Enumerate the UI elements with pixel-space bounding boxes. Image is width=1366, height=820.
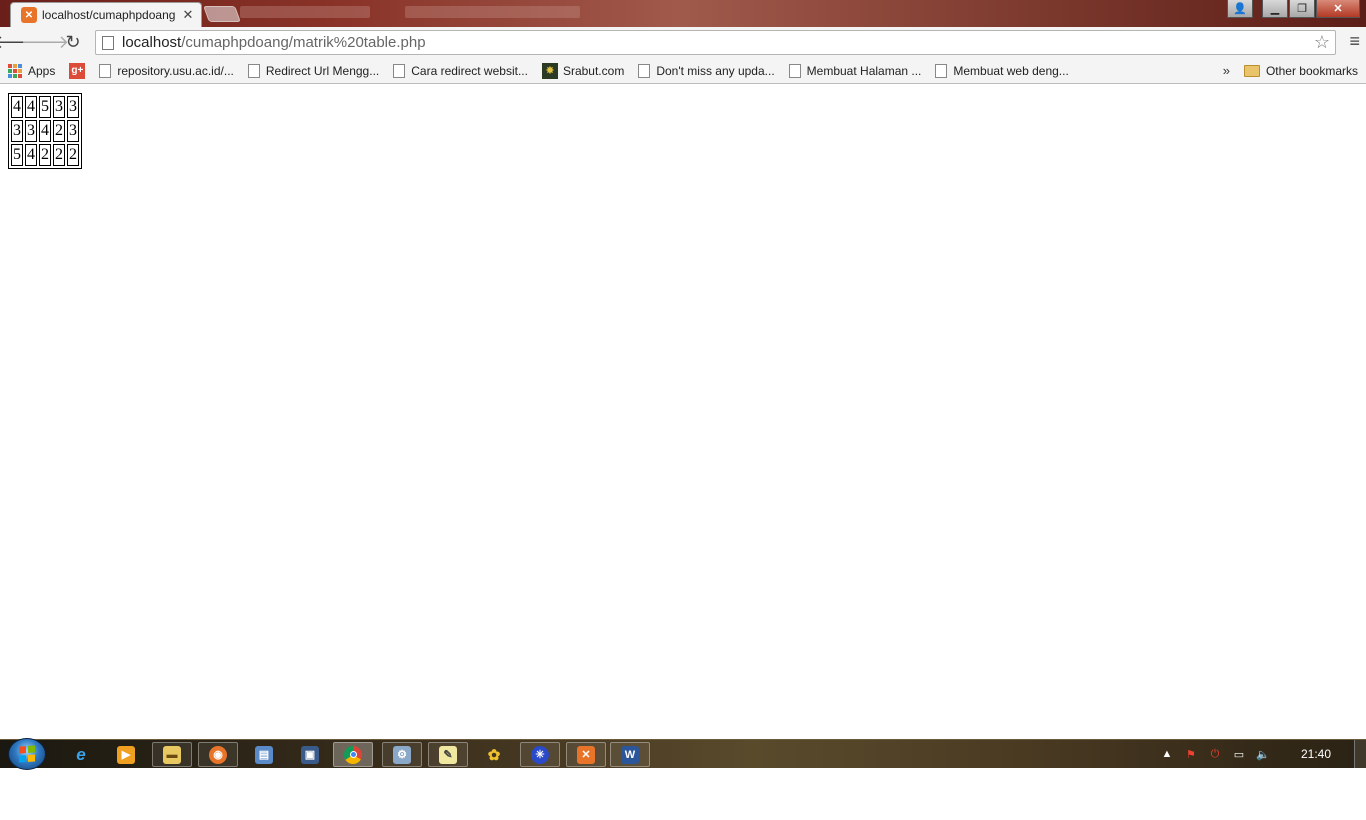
paint-app-icon: ✿	[487, 746, 501, 764]
matrix-cell: 3	[53, 96, 65, 118]
network-icon[interactable]: ▭	[1231, 747, 1247, 761]
new-tab-button[interactable]	[203, 6, 241, 22]
volume-icon[interactable]: 🔈	[1255, 747, 1271, 761]
page-content: 445333342354222	[0, 85, 1366, 739]
bookmark-item[interactable]: ✸ Srabut.com	[541, 62, 624, 79]
matrix-cell: 4	[39, 120, 51, 142]
page-icon	[102, 35, 114, 50]
tab-close-icon[interactable]: ✕	[181, 7, 195, 23]
matrix-cell: 3	[11, 120, 23, 142]
taskbar-notepad[interactable]: ✎	[428, 742, 468, 767]
taskbar-word[interactable]: W	[610, 742, 650, 767]
matrix-row: 54222	[11, 144, 79, 166]
page-icon	[247, 63, 260, 78]
settings-app-icon: ⚙	[393, 745, 411, 764]
matrix-cell: 2	[67, 144, 79, 166]
matrix-cell: 3	[67, 120, 79, 142]
windows-taskbar: e ▶ ▬ ◉ ▤ ▣ ⚙ ✎ ✿ ✳ ✕ W ▲ ⚑ ⏻ ▭ 🔈 21:40	[0, 738, 1366, 770]
page-icon	[99, 63, 112, 78]
window-controls: 👤 ▁ ❐ ✕	[1226, 0, 1360, 18]
folder-icon	[1243, 64, 1260, 77]
taskbar-chrome[interactable]	[333, 742, 373, 767]
bookmark-item[interactable]: Cara redirect websit...	[393, 63, 528, 78]
user-profile-icon[interactable]: 👤	[1227, 0, 1253, 18]
xampp-icon: ✕	[577, 745, 595, 764]
folder-icon: ▬	[163, 745, 181, 764]
srabut-icon: ✸	[541, 62, 558, 79]
address-bar[interactable]: localhost/cumaphpdoang/matrik%20table.ph…	[95, 30, 1336, 55]
minimize-button[interactable]: ▁	[1262, 0, 1288, 18]
bookmark-apps[interactable]: Apps	[0, 63, 55, 78]
matrix-row: 44533	[11, 96, 79, 118]
power-plug-icon[interactable]: ⏻	[1207, 747, 1223, 761]
matrix-cell: 5	[39, 96, 51, 118]
matrix-cell: 3	[25, 120, 37, 142]
show-desktop-button[interactable]	[1354, 740, 1366, 768]
word-icon: W	[621, 745, 639, 764]
google-plus-icon[interactable]: g+	[69, 62, 86, 79]
taskbar-firefox[interactable]: ◉	[198, 742, 238, 767]
bookmark-star-icon[interactable]: ☆	[1314, 32, 1330, 53]
restore-button[interactable]: ❐	[1289, 0, 1315, 18]
matrix-cell: 4	[25, 96, 37, 118]
remote-desktop-icon: ▣	[301, 745, 319, 764]
system-tray: ▲ ⚑ ⏻ ▭ 🔈 21:40	[1151, 740, 1366, 768]
firefox-icon: ◉	[209, 745, 227, 764]
taskbar-file-explorer[interactable]: ▬	[152, 742, 192, 767]
matrix-row: 33423	[11, 120, 79, 142]
action-center-flag-icon[interactable]: ⚑	[1183, 747, 1199, 761]
reload-icon[interactable]: ↻	[59, 29, 87, 57]
taskbar-media-player[interactable]: ▶	[106, 742, 146, 767]
windows-logo-icon	[19, 745, 35, 763]
close-window-button[interactable]: ✕	[1316, 0, 1360, 18]
bookmark-item[interactable]: Membuat Halaman ...	[788, 63, 921, 78]
other-bookmarks[interactable]: Other bookmarks	[1243, 64, 1358, 78]
matrix-cell: 4	[25, 144, 37, 166]
background-window-ghost	[240, 6, 370, 18]
apps-grid-icon	[8, 63, 22, 78]
taskbar-internet-explorer[interactable]: e	[61, 742, 101, 767]
notepad-icon: ✎	[439, 745, 457, 764]
bookmarks-overflow-chevron[interactable]: »	[1223, 63, 1230, 78]
page-icon	[788, 63, 801, 78]
matrix-cell: 3	[67, 96, 79, 118]
network-app-icon: ✳	[531, 745, 549, 764]
xampp-favicon-icon: ✕	[21, 7, 37, 23]
background-window-ghost	[405, 6, 580, 18]
taskbar-app[interactable]: ✳	[520, 742, 560, 767]
show-hidden-icons-arrow[interactable]: ▲	[1159, 747, 1175, 761]
bookmark-item[interactable]: repository.usu.ac.id/...	[99, 63, 234, 78]
tab-title: localhost/cumaphpdoang	[42, 8, 176, 22]
matrix-cell: 4	[11, 96, 23, 118]
browser-toolbar: 🡐 🡒 ↻ localhost/cumaphpdoang/matrik%20ta…	[0, 27, 1366, 58]
bookmark-item[interactable]: Membuat web deng...	[935, 63, 1069, 78]
taskbar-xampp[interactable]: ✕	[566, 742, 606, 767]
bookmarks-bar: Apps g+ repository.usu.ac.id/... Redirec…	[0, 58, 1366, 84]
page-icon	[393, 63, 406, 78]
forward-arrow-icon[interactable]: 🡒	[21, 29, 69, 57]
bookmark-item[interactable]: Redirect Url Mengg...	[247, 63, 379, 78]
browser-title-bar: ✕ localhost/cumaphpdoang ✕ 👤 ▁ ❐ ✕	[0, 0, 1366, 27]
matrix-cell: 2	[39, 144, 51, 166]
bookmark-item[interactable]: Don't miss any upda...	[638, 63, 775, 78]
taskbar-app[interactable]: ▤	[244, 742, 284, 767]
menu-hamburger-icon[interactable]: ≡	[1349, 31, 1360, 52]
page-icon	[638, 63, 651, 78]
matrix-cell: 2	[53, 120, 65, 142]
taskbar-app[interactable]: ⚙	[382, 742, 422, 767]
taskbar-app[interactable]: ▣	[290, 742, 330, 767]
taskbar-clock[interactable]: 21:40	[1301, 747, 1331, 761]
matrix-cell: 5	[11, 144, 23, 166]
media-player-icon: ▶	[117, 745, 135, 764]
address-url[interactable]: localhost/cumaphpdoang/matrik%20table.ph…	[122, 34, 426, 51]
start-button[interactable]	[8, 738, 46, 770]
tab-active[interactable]: ✕ localhost/cumaphpdoang ✕	[10, 2, 202, 27]
matrix-cell: 2	[53, 144, 65, 166]
document-app-icon: ▤	[255, 745, 273, 764]
page-icon	[935, 63, 948, 78]
internet-explorer-icon: e	[76, 744, 86, 764]
taskbar-app[interactable]: ✿	[474, 742, 514, 767]
matrix-table: 445333342354222	[8, 93, 82, 169]
chrome-icon	[344, 745, 362, 764]
